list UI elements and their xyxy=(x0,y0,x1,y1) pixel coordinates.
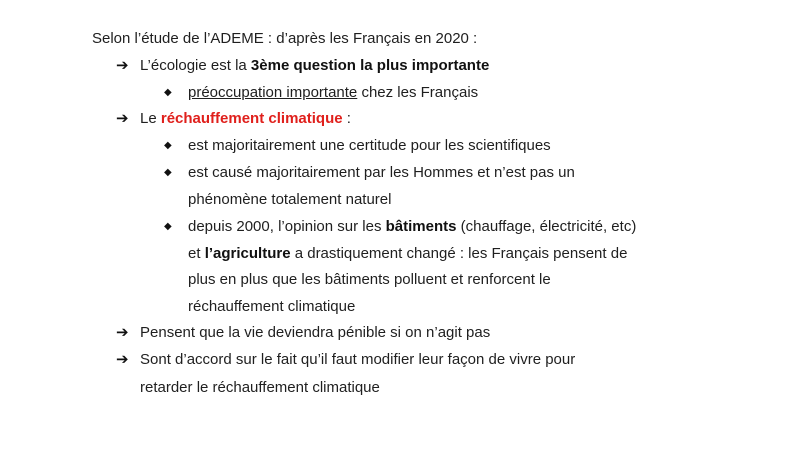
sub-item-cause-line1: est causé majoritairement par les Hommes… xyxy=(188,164,575,181)
item1-bold: 3ème question la plus importante xyxy=(250,57,490,74)
item2-post: : xyxy=(342,110,351,127)
depuis-post: (chauffage, électricité, etc) xyxy=(456,218,637,235)
diamond-bullet-icon: ◆ xyxy=(164,87,172,98)
list-item-ecologie: L’écologie est la 3ème question la plus … xyxy=(140,56,489,76)
sub-item-depuis-line2: et l’agriculture a drastiquement changé … xyxy=(188,244,627,264)
arrow-right-icon: ➔ xyxy=(116,324,129,341)
arrow-right-icon: ➔ xyxy=(116,57,129,74)
sub-item-certitude: est majoritairement une certitude pour l… xyxy=(188,137,551,154)
underlined-text: préoccupation importante xyxy=(188,84,358,101)
et-pre: et xyxy=(188,245,205,262)
sub-item-depuis-line4: réchauffement climatique xyxy=(188,298,356,315)
diamond-bullet-icon: ◆ xyxy=(164,167,172,178)
batiments-bold: bâtiments xyxy=(385,218,457,235)
arrow-right-icon: ➔ xyxy=(116,110,129,127)
document-page: Selon l’étude de l’ADEME : d’après les F… xyxy=(0,0,787,451)
item2-pre: Le xyxy=(140,110,161,127)
agriculture-post: a drastiquement changé : les Français pe… xyxy=(290,245,628,262)
diamond-bullet-icon: ◆ xyxy=(164,140,172,151)
sub-item-preoccupation: préoccupation importante chez les França… xyxy=(188,83,478,103)
depuis-pre: depuis 2000, l’opinion sur les xyxy=(188,218,386,235)
list-item-accord-line2: retarder le réchauffement climatique xyxy=(140,379,380,396)
sub-item-cause-line2: phénomène totalement naturel xyxy=(188,191,392,208)
sub-item-depuis-line1: depuis 2000, l’opinion sur les bâtiments… xyxy=(188,217,636,237)
list-item-vie-penible: Pensent que la vie deviendra pénible si … xyxy=(140,324,491,341)
highlight-red-text: réchauffement climatique xyxy=(160,110,343,127)
diamond-bullet-icon: ◆ xyxy=(164,221,172,232)
item1-text: L’écologie est la xyxy=(140,57,251,74)
intro-text: Selon l’étude de l’ADEME : d’après les F… xyxy=(92,30,478,47)
arrow-right-icon: ➔ xyxy=(116,351,129,368)
list-item-rechauffement: Le réchauffement climatique : xyxy=(140,109,351,129)
agriculture-bold: l’agriculture xyxy=(204,245,291,262)
sub-item-text: chez les Français xyxy=(357,84,479,101)
sub-item-depuis-line3: plus en plus que les bâtiments polluent … xyxy=(188,271,551,288)
list-item-accord-line1: Sont d’accord sur le fait qu’il faut mod… xyxy=(140,351,576,368)
